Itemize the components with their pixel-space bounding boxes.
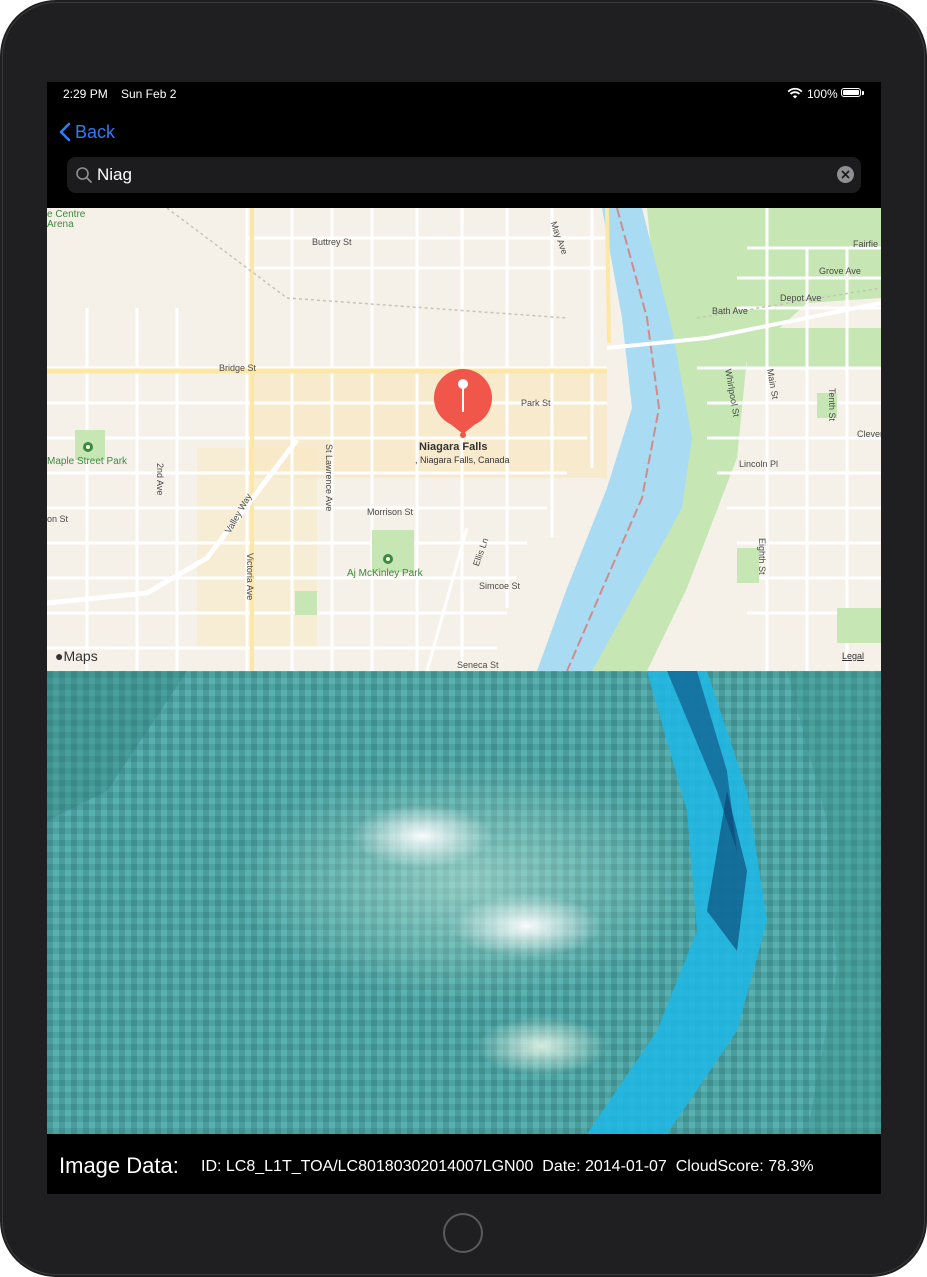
park-label: Maple Street Park <box>47 456 128 467</box>
status-bar: 2:29 PM Sun Feb 2 100% <box>47 82 881 106</box>
maps-attribution: ●Maps <box>55 648 98 664</box>
street-label: Depot Ave <box>780 293 822 303</box>
battery-percent: 100% <box>807 87 838 101</box>
street-label: Victoria Ave <box>245 553 255 601</box>
street-label: Lincoln Pl <box>739 459 779 469</box>
image-id: LC8_L1T_TOA/LC80180302014007LGN00 <box>225 1158 534 1175</box>
close-icon <box>841 170 850 179</box>
park-label: Aj McKinley Park <box>347 568 423 579</box>
street-label: Morrison St <box>367 507 414 517</box>
satellite-overlay <box>47 671 881 1134</box>
street-label: Bath Ave <box>712 306 748 316</box>
back-button[interactable]: Back <box>59 120 115 144</box>
street-label: Grove Ave <box>819 266 861 276</box>
map-view[interactable]: Buttrey St Bridge St Park St 2nd Ave St … <box>47 208 881 671</box>
pin-subtitle: , Niagara Falls, Canada <box>415 455 510 465</box>
street-label: Bridge St <box>219 363 257 373</box>
search-bar <box>67 157 861 193</box>
image-data-details: ID: LC8_L1T_TOA/LC80180302014007LGN00 Da… <box>201 1158 814 1176</box>
street-label: Park St <box>521 398 551 408</box>
clear-search-button[interactable] <box>837 166 854 183</box>
home-button[interactable] <box>443 1213 483 1253</box>
pin-title: Niagara Falls <box>419 441 488 453</box>
venue-label: e Centre Arena <box>47 209 86 230</box>
status-time: 2:29 PM <box>63 87 108 101</box>
screen: 2:29 PM Sun Feb 2 100% Back Niag Buttrey… <box>47 82 881 1194</box>
image-data-bar: Image Data: ID: LC8_L1T_TOA/LC8018030201… <box>47 1134 881 1194</box>
cloud-label: CloudScore: <box>675 1158 769 1175</box>
street-label: Clever <box>857 429 881 439</box>
street-label: 2nd Ave <box>155 463 165 496</box>
street-label: Buttrey St <box>312 237 352 247</box>
street-label: on St <box>47 514 69 524</box>
street-label: Eighth St <box>757 538 767 575</box>
street-label: St Lawrence Ave <box>324 444 334 512</box>
back-label: Back <box>75 121 116 142</box>
map-canvas <box>47 208 881 671</box>
search-icon <box>76 167 92 183</box>
street-label: Seneca St <box>457 660 499 670</box>
chevron-left-icon <box>59 122 71 142</box>
legal-link[interactable]: Legal <box>842 651 864 661</box>
battery-icon <box>841 88 861 97</box>
date-label: Date: <box>542 1158 585 1175</box>
image-date: 2014-01-07 <box>584 1158 667 1175</box>
id-label: ID: <box>201 1158 226 1175</box>
search-input[interactable] <box>97 157 817 193</box>
satellite-image <box>47 671 881 1134</box>
status-date: Sun Feb 2 <box>121 87 177 101</box>
battery-tip <box>862 91 864 95</box>
street-label: Simcoe St <box>479 581 521 591</box>
image-data-title: Image Data: <box>59 1153 179 1178</box>
street-label: Tenth St <box>827 388 837 422</box>
street-label: Fairfie <box>853 239 879 249</box>
cloud-score: 78.3% <box>768 1158 814 1175</box>
wifi-icon <box>787 87 803 99</box>
